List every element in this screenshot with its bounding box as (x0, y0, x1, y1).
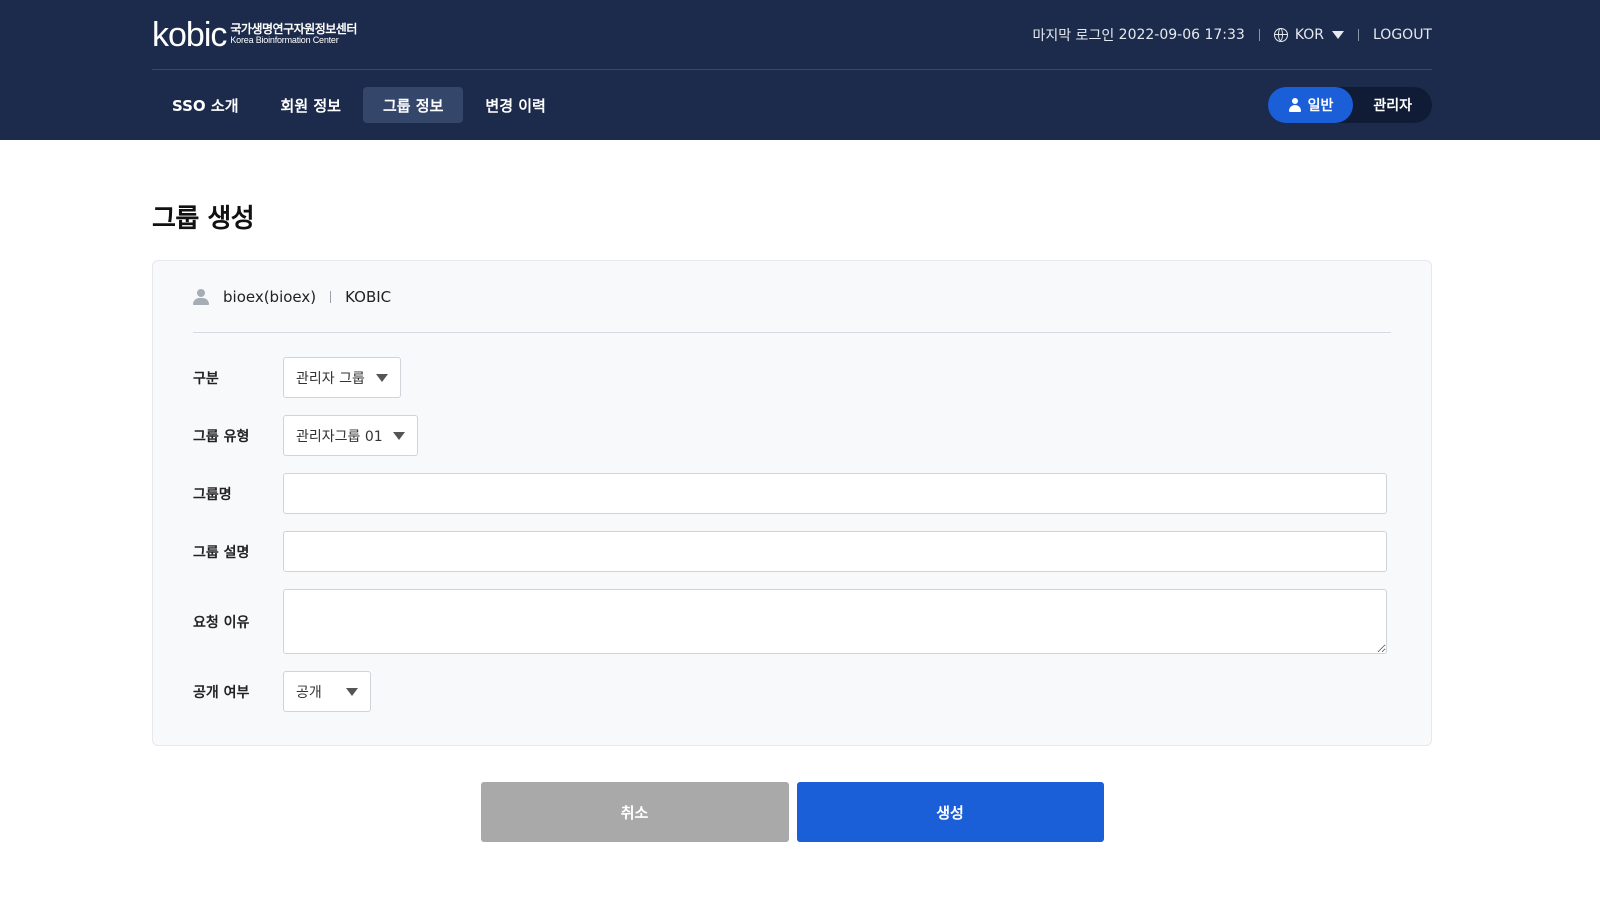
nav-item-change-history[interactable]: 변경 이력 (465, 87, 565, 123)
form-row-group-type: 그룹 유형 관리자그룹 01 (193, 415, 1391, 456)
logo-name-en: Korea Bioinformation Center (230, 35, 339, 46)
form-row-category: 구분 관리자 그룹 (193, 357, 1391, 398)
logout-link[interactable]: LOGOUT (1373, 27, 1432, 43)
form-row-request-reason: 요청 이유 (193, 589, 1391, 654)
category-value: 관리자 그룹 (296, 370, 365, 387)
visibility-label: 공개 여부 (193, 684, 250, 701)
main-content: 그룹 생성 bioex(bioex) KOBIC 구분 관리자 그룹 그룹 유형… (152, 140, 1432, 842)
divider (1358, 28, 1359, 41)
nav-item-member-info[interactable]: 회원 정보 (261, 87, 361, 123)
top-right-bar: 마지막 로그인 2022-09-06 17:33 KOR LOGOUT (1032, 25, 1432, 45)
logo-text: 국가생명연구자원정보센터 Korea Bioinformation Center (230, 23, 357, 46)
header: kobic 국가생명연구자원정보센터 Korea Bioinformation … (0, 0, 1600, 140)
role-toggle: 일반 관리자 (1267, 87, 1432, 123)
main-nav: SSO 소개 회원 정보 그룹 정보 변경 이력 (152, 87, 568, 123)
chevron-down-icon (376, 373, 388, 382)
last-login-time: 2022-09-06 17:33 (1118, 26, 1245, 43)
user-icon (193, 288, 209, 305)
chevron-down-icon (1332, 30, 1344, 39)
nav-item-sso-intro[interactable]: SSO 소개 (152, 87, 259, 123)
visibility-select[interactable]: 공개 (283, 671, 371, 712)
globe-icon (1273, 27, 1288, 42)
logo-mark: kobic (152, 15, 227, 54)
form-row-visibility: 공개 여부 공개 (193, 671, 1391, 712)
role-admin-button[interactable]: 관리자 (1353, 87, 1432, 123)
group-type-value: 관리자그룹 01 (296, 428, 383, 445)
header-inner: kobic 국가생명연구자원정보센터 Korea Bioinformation … (152, 0, 1432, 140)
role-general-label: 일반 (1307, 98, 1334, 114)
language-value: KOR (1294, 26, 1324, 43)
group-type-select[interactable]: 관리자그룹 01 (283, 415, 418, 456)
user-icon (1288, 98, 1302, 112)
form-row-group-desc: 그룹 설명 (193, 531, 1391, 572)
role-general-button[interactable]: 일반 (1267, 87, 1354, 123)
visibility-value: 공개 (296, 684, 322, 701)
divider (330, 290, 332, 303)
user-info: bioex(bioex) KOBIC (193, 261, 1391, 333)
cancel-button[interactable]: 취소 (480, 782, 789, 842)
chevron-down-icon (393, 431, 405, 440)
language-selector[interactable]: KOR (1273, 26, 1344, 43)
group-desc-input[interactable] (283, 531, 1387, 572)
request-reason-textarea[interactable] (283, 589, 1387, 654)
group-name-label: 그룹명 (193, 486, 232, 503)
nav-item-group-info[interactable]: 그룹 정보 (362, 87, 464, 123)
chevron-down-icon (346, 687, 358, 696)
form-actions: 취소 생성 (152, 782, 1432, 842)
top-bar: kobic 국가생명연구자원정보센터 Korea Bioinformation … (152, 0, 1432, 70)
group-desc-label: 그룹 설명 (193, 544, 250, 561)
nav-bar: SSO 소개 회원 정보 그룹 정보 변경 이력 일반 관리자 (152, 70, 1432, 140)
divider (1258, 28, 1260, 41)
last-login-label: 마지막 로그인 (1032, 27, 1115, 44)
role-admin-label: 관리자 (1373, 98, 1412, 114)
page-title: 그룹 생성 (152, 204, 255, 234)
form-row-group-name: 그룹명 (193, 473, 1391, 514)
request-reason-label: 요청 이유 (193, 614, 250, 631)
category-select[interactable]: 관리자 그룹 (283, 357, 401, 398)
group-name-input[interactable] (283, 473, 1387, 514)
group-form: 구분 관리자 그룹 그룹 유형 관리자그룹 01 그룹명 그룹 설명 요청 이유… (193, 333, 1391, 712)
logo[interactable]: kobic 국가생명연구자원정보센터 Korea Bioinformation … (152, 18, 357, 52)
form-card: bioex(bioex) KOBIC 구분 관리자 그룹 그룹 유형 관리자그룹… (152, 260, 1432, 746)
create-button[interactable]: 생성 (796, 782, 1104, 842)
user-id: bioex(bioex) (223, 287, 317, 306)
group-type-label: 그룹 유형 (193, 428, 250, 445)
user-org: KOBIC (345, 287, 392, 306)
category-label: 구분 (193, 370, 219, 387)
